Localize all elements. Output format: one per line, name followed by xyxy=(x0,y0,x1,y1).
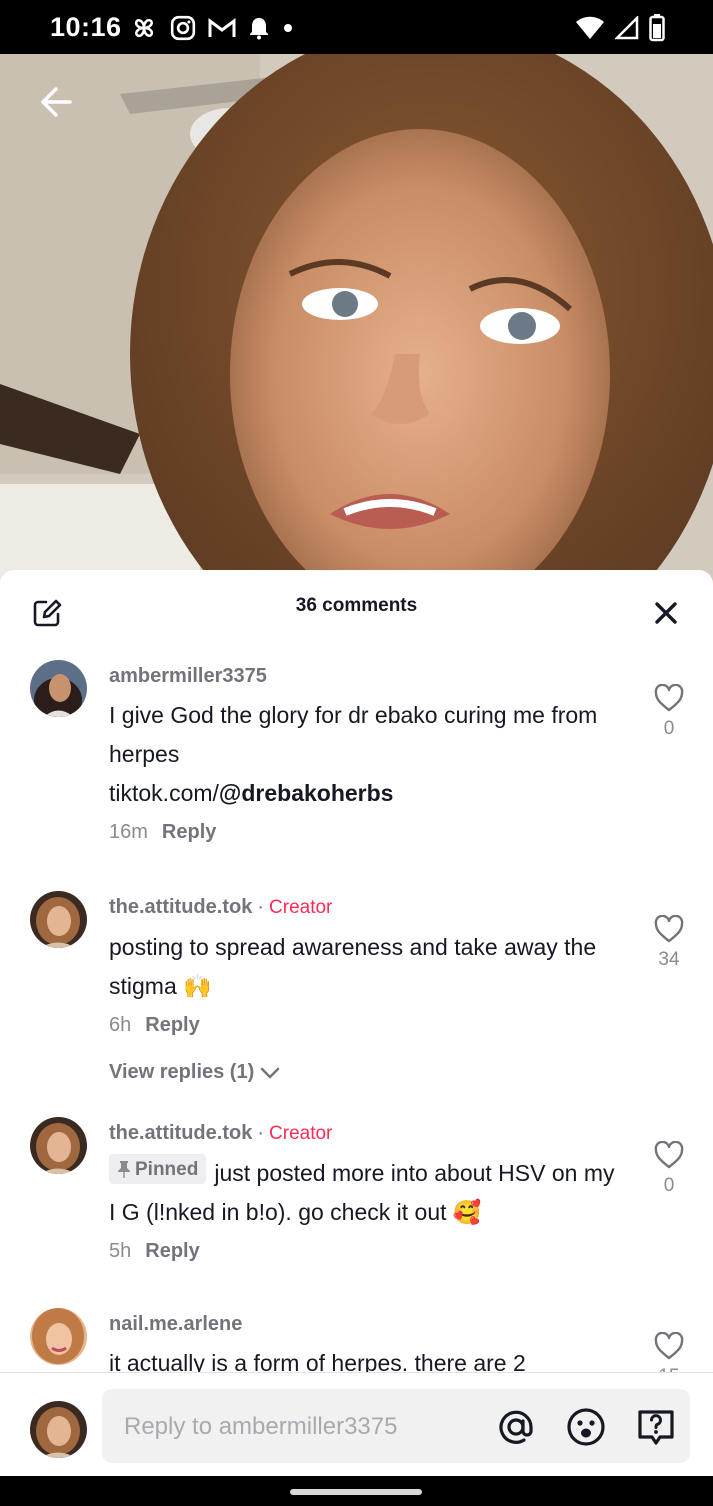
comments-list[interactable]: ambermiller3375 I give God the glory for… xyxy=(0,650,713,1372)
heart-icon xyxy=(654,1140,684,1169)
comments-sheet: 36 comments ambermiller3375 I give God t… xyxy=(0,570,713,1476)
video-player[interactable] xyxy=(0,54,713,584)
comment-link[interactable]: @drebakoherbs xyxy=(219,780,394,806)
back-arrow-icon[interactable] xyxy=(36,82,76,122)
comment-input[interactable]: Reply to ambermiller3375 xyxy=(102,1389,690,1463)
reply-button[interactable]: Reply xyxy=(145,1014,199,1036)
comment-meta: 16m Reply xyxy=(109,821,619,844)
like-button[interactable]: 15 xyxy=(653,1331,685,1372)
comment-composer: Reply to ambermiller3375 xyxy=(0,1372,713,1476)
like-button[interactable]: 0 xyxy=(653,683,685,740)
reply-button[interactable]: Reply xyxy=(145,1240,199,1262)
comment-text: Pinned just posted more into about HSV on… xyxy=(109,1154,619,1232)
gmail-icon xyxy=(208,18,236,37)
comment-input-placeholder: Reply to ambermiller3375 xyxy=(124,1413,398,1440)
comment-text: posting to spread awareness and take awa… xyxy=(109,934,597,999)
close-icon[interactable] xyxy=(653,600,679,626)
heart-icon xyxy=(654,1331,684,1360)
avatar[interactable] xyxy=(30,1117,87,1174)
creator-badge: Creator xyxy=(269,897,333,918)
comment-username[interactable]: the.attitude.tok xyxy=(109,1122,252,1144)
heart-icon xyxy=(654,914,684,943)
comment-time: 6h xyxy=(109,1014,132,1036)
view-replies-label: View replies (1) xyxy=(109,1061,255,1083)
comment-meta: 5h Reply xyxy=(109,1240,619,1263)
comment-username[interactable]: nail.me.arlene xyxy=(109,1312,619,1336)
heart-icon xyxy=(654,683,684,712)
view-replies-button[interactable]: View replies (1) xyxy=(109,1061,619,1084)
dot-icon xyxy=(284,24,292,32)
comment-username[interactable]: the.attitude.tok xyxy=(109,896,252,918)
status-bar: 10:16 xyxy=(0,0,713,54)
system-nav-bar xyxy=(0,1476,713,1506)
comment-username[interactable]: ambermiller3375 xyxy=(109,664,619,688)
signal-icon xyxy=(615,16,639,40)
comment-username-row: the.attitude.tok · Creator xyxy=(109,896,333,918)
comment-time: 5h xyxy=(109,1240,132,1262)
comment-time: 16m xyxy=(109,821,148,843)
pin-icon xyxy=(118,1161,130,1178)
avatar[interactable] xyxy=(30,891,87,948)
comment-username-row: the.attitude.tok · Creator xyxy=(109,1122,333,1144)
comment-text: I give God the glory for dr ebako curing… xyxy=(109,702,598,806)
avatar[interactable] xyxy=(30,660,87,717)
like-count: 34 xyxy=(658,949,680,970)
mention-icon[interactable] xyxy=(496,1407,536,1447)
home-gesture-pill[interactable] xyxy=(290,1489,422,1495)
avatar xyxy=(30,1401,87,1458)
like-count: 0 xyxy=(663,1175,675,1196)
question-sticker-icon[interactable] xyxy=(636,1407,676,1447)
reply-button[interactable]: Reply xyxy=(162,821,216,843)
sheet-header: 36 comments xyxy=(0,570,713,650)
chevron-down-icon xyxy=(261,1067,280,1079)
avatar[interactable] xyxy=(30,1308,87,1365)
emoji-icon[interactable] xyxy=(566,1407,606,1447)
battery-icon xyxy=(649,14,665,42)
wifi-icon xyxy=(576,16,604,39)
like-count: 0 xyxy=(663,718,675,739)
comment-meta: 6h Reply xyxy=(109,1014,619,1037)
like-button[interactable]: 0 xyxy=(653,1140,685,1197)
pinwheel-icon xyxy=(134,18,154,38)
status-time: 10:16 xyxy=(50,12,122,42)
instagram-icon xyxy=(170,15,196,41)
pinned-badge: Pinned xyxy=(109,1154,207,1184)
comment-text: it actually is a form of herpes. there a… xyxy=(109,1350,526,1372)
creator-badge: Creator xyxy=(269,1123,333,1144)
comments-count-title: 36 comments xyxy=(295,595,418,616)
bell-icon xyxy=(250,18,268,40)
video-frame xyxy=(0,54,713,584)
like-button[interactable]: 34 xyxy=(653,914,685,971)
